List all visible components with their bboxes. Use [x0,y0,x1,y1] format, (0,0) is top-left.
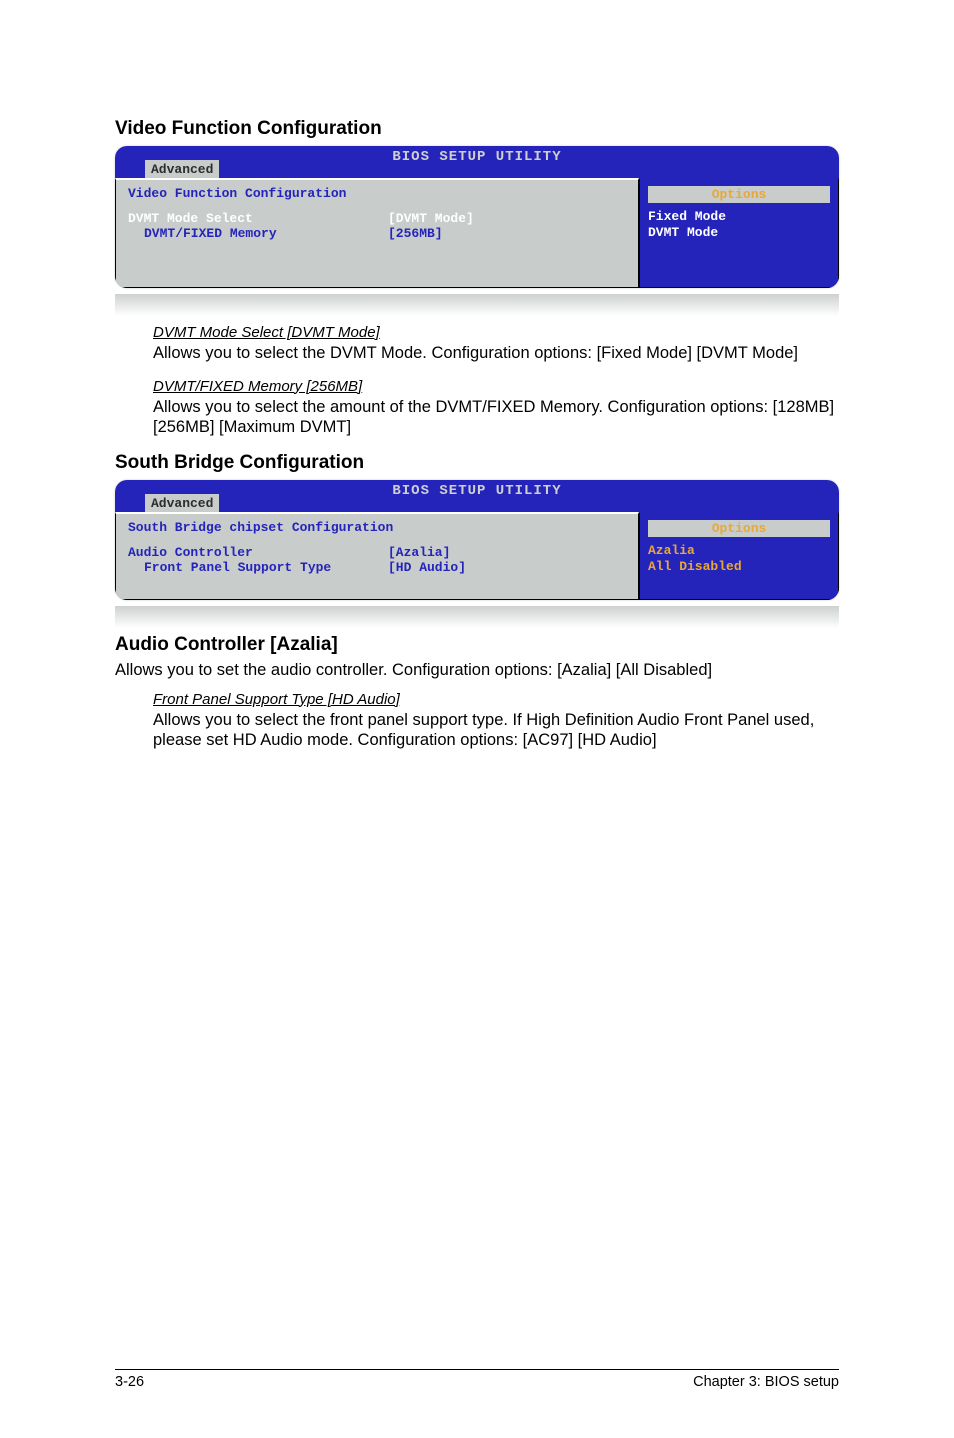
item-body: Allows you to select the front panel sup… [153,710,839,751]
item-title: DVMT Mode Select [DVMT Mode] [153,324,839,341]
bios-row-audio-controller[interactable]: Audio Controller [Azalia] [128,545,626,560]
bios-row-dvmt-memory[interactable]: DVMT/FIXED Memory [256MB] [128,226,626,241]
bios-right-panel: Options Azalia All Disabled [639,512,839,600]
chapter-label: Chapter 3: BIOS setup [693,1374,839,1390]
audio-controller-heading: Audio Controller [Azalia] [115,634,839,656]
bios-row-value: [256MB] [388,226,443,241]
item-title: DVMT/FIXED Memory [256MB] [153,378,839,395]
item-body: Allows you to select the DVMT Mode. Conf… [153,343,839,364]
bios-row-label: DVMT/FIXED Memory [144,226,388,241]
bios-row-label: DVMT Mode Select [128,211,388,226]
desc-dvmt-memory: DVMT/FIXED Memory [256MB] Allows you to … [115,378,839,438]
bios-row-dvmt-mode[interactable]: DVMT Mode Select [DVMT Mode] [128,211,626,226]
bios-header: BIOS SETUP UTILITY Advanced [115,146,839,178]
options-label: Options [648,186,830,203]
bios-panel-video: BIOS SETUP UTILITY Advanced Video Functi… [115,146,839,288]
bios-left-panel: Video Function Configuration DVMT Mode S… [115,178,639,288]
bios-tab-advanced[interactable]: Advanced [145,160,219,178]
item-body: Allows you to select the amount of the D… [153,397,839,438]
fade-decoration [115,294,839,316]
video-function-heading: Video Function Configuration [115,118,839,140]
fade-decoration [115,606,839,628]
bios-header: BIOS SETUP UTILITY Advanced [115,480,839,512]
bios-tab-advanced[interactable]: Advanced [145,494,219,512]
south-bridge-heading: South Bridge Configuration [115,452,839,474]
help-line: All Disabled [648,559,830,575]
desc-dvmt-mode: DVMT Mode Select [DVMT Mode] Allows you … [115,324,839,364]
help-line: DVMT Mode [648,225,830,241]
bios-right-panel: Options Fixed Mode DVMT Mode [639,178,839,288]
item-title: Front Panel Support Type [HD Audio] [153,691,839,708]
bios-header-title: BIOS SETUP UTILITY [392,483,561,499]
bios-row-front-panel[interactable]: Front Panel Support Type [HD Audio] [128,560,626,575]
bios-row-value: [DVMT Mode] [388,211,474,226]
options-label: Options [648,520,830,537]
bios-panel-title: Video Function Configuration [128,186,626,201]
bios-row-label: Audio Controller [128,545,388,560]
bios-row-value: [HD Audio] [388,560,466,575]
bios-row-value: [Azalia] [388,545,450,560]
page-number: 3-26 [115,1374,144,1390]
bios-row-label: Front Panel Support Type [144,560,388,575]
bios-panel-southbridge: BIOS SETUP UTILITY Advanced South Bridge… [115,480,839,600]
bios-left-panel: South Bridge chipset Configuration Audio… [115,512,639,600]
help-line: Azalia [648,543,830,559]
bios-header-title: BIOS SETUP UTILITY [392,149,561,165]
bios-panel-title: South Bridge chipset Configuration [128,520,626,535]
help-line: Fixed Mode [648,209,830,225]
desc-front-panel: Front Panel Support Type [HD Audio] Allo… [115,691,839,751]
page-footer: 3-26 Chapter 3: BIOS setup [115,1369,839,1390]
audio-controller-body: Allows you to set the audio controller. … [115,660,839,681]
